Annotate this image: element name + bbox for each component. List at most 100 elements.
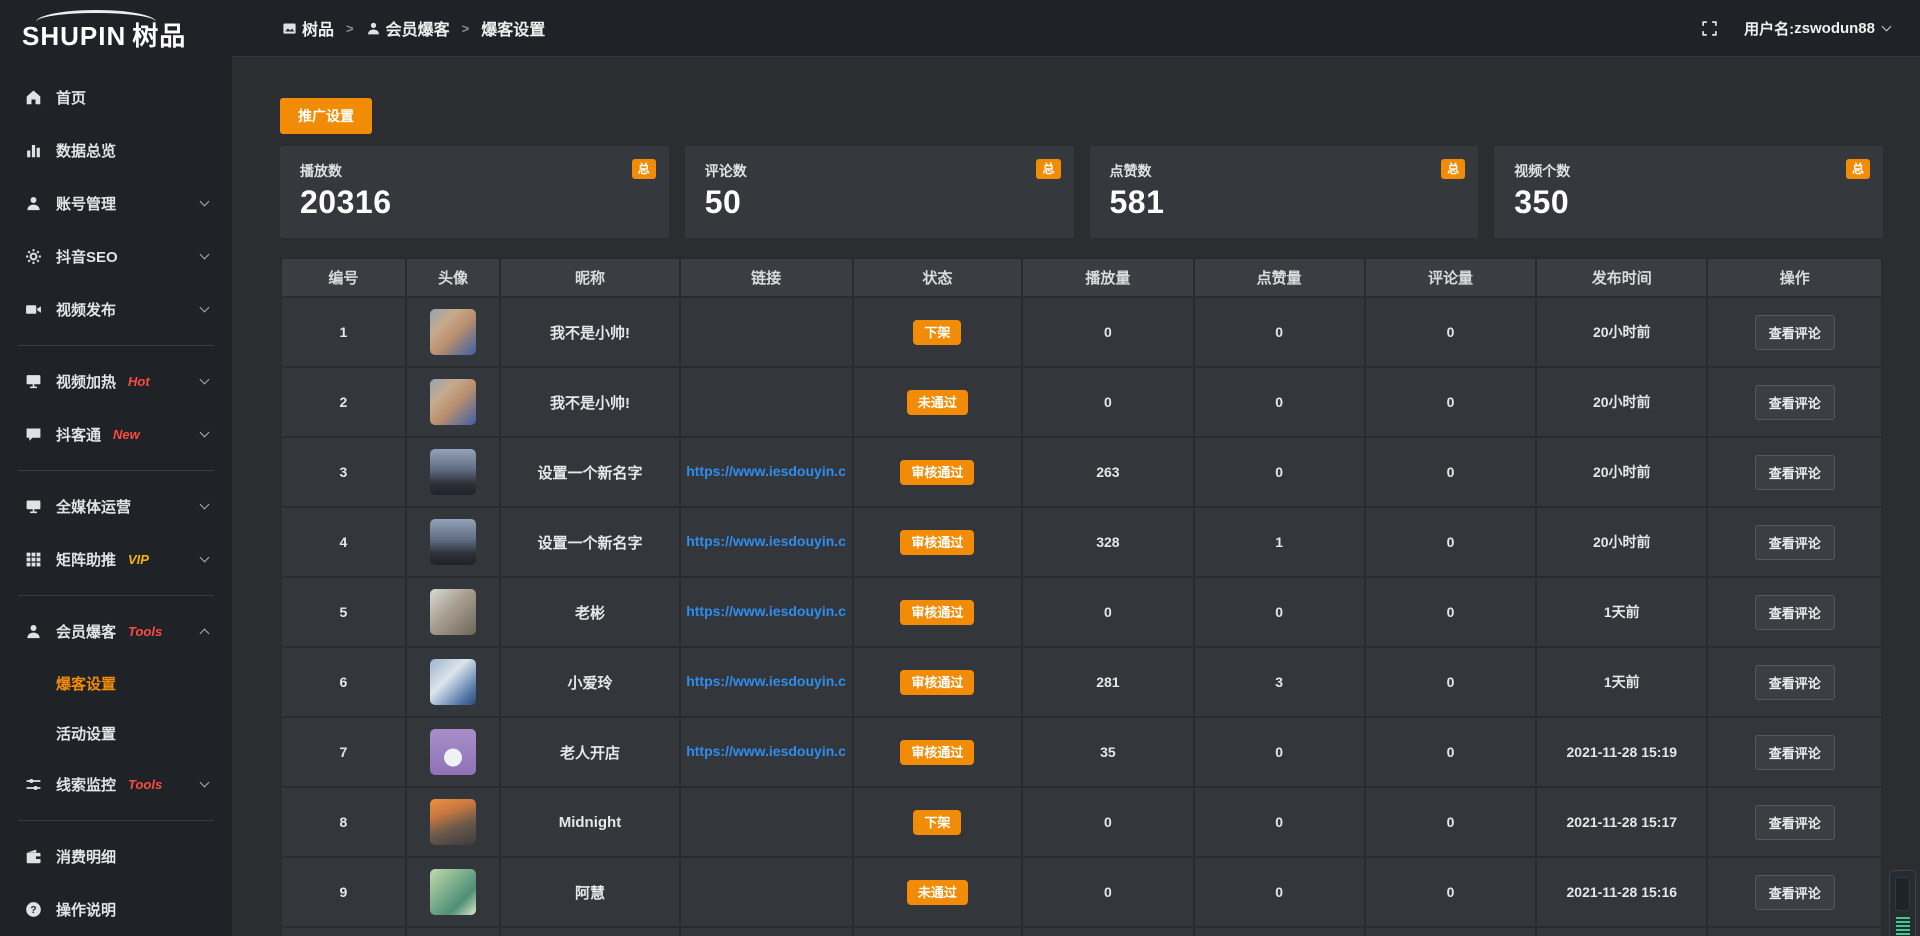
cell-nickname: Midnight	[500, 787, 679, 857]
cell-time: 20小时前	[1536, 297, 1707, 367]
video-link[interactable]: https://www.iesdouyin.c	[686, 743, 846, 759]
chevron-up-icon	[200, 629, 210, 639]
video-link[interactable]: https://www.iesdouyin.c	[686, 463, 846, 479]
chevron-down-icon	[200, 778, 210, 788]
sidebar-item[interactable]: 抖客通 New	[0, 408, 232, 461]
view-comments-button[interactable]: 查看评论	[1755, 735, 1835, 770]
view-comments-button[interactable]: 查看评论	[1755, 665, 1835, 700]
promo-settings-button[interactable]: 推广设置	[280, 98, 372, 134]
status-badge: 审核通过	[900, 460, 974, 485]
breadcrumb-item[interactable]: 会员爆客	[366, 16, 450, 40]
main-content: 推广设置 总 播放数 20316 总 评论数 50 总 点赞数 581 总 视频…	[232, 57, 1920, 936]
sidebar-item[interactable]: 数据总览	[0, 124, 232, 177]
video-link[interactable]: https://www.iesdouyin.c	[686, 673, 846, 689]
menu-divider	[18, 345, 214, 346]
column-header: 评论量	[1365, 258, 1536, 297]
cell-comments: 0	[1365, 507, 1536, 577]
cell-comments: 0	[1365, 647, 1536, 717]
view-comments-button[interactable]: 查看评论	[1755, 525, 1835, 560]
sidebar-subitem[interactable]: 爆客设置	[0, 658, 232, 708]
cell-time: 20小时前	[1536, 507, 1707, 577]
avatar	[430, 869, 476, 915]
cell-nickname: 设置一个新名字	[500, 437, 679, 507]
wallet-icon	[25, 848, 42, 865]
chat-icon	[25, 426, 42, 443]
cell-nickname: 我不是小帅!	[500, 367, 679, 437]
sidebar-item[interactable]: 首页	[0, 71, 232, 124]
column-header: 播放量	[1022, 258, 1193, 297]
sidebar-item[interactable]: 矩阵助推 VIP	[0, 533, 232, 586]
view-comments-button[interactable]: 查看评论	[1755, 455, 1835, 490]
chevron-down-icon	[200, 500, 210, 510]
cell-plays: 281	[1022, 647, 1193, 717]
sliders-icon	[25, 776, 42, 793]
breadcrumb-item[interactable]: 树品	[282, 16, 334, 40]
sidebar-subitem[interactable]: 活动设置	[0, 708, 232, 758]
cell-nickname: 阿慧	[500, 857, 679, 927]
content-table: 编号头像昵称链接状态播放量点赞量评论量发布时间操作 1 我不是小帅! 下架 0 …	[280, 257, 1883, 936]
grid-icon	[25, 551, 42, 568]
cell-plays	[1022, 927, 1193, 936]
brand-logo[interactable]: SHUPIN树品	[0, 0, 232, 57]
breadcrumb-item[interactable]: 爆客设置	[481, 16, 545, 40]
sidebar-item[interactable]: 抖音SEO	[0, 230, 232, 283]
avatar	[430, 379, 476, 425]
status-badge: 未通过	[907, 880, 968, 905]
badge-new: New	[113, 427, 140, 442]
cell-plays: 328	[1022, 507, 1193, 577]
column-header: 状态	[853, 258, 1023, 297]
cell-likes: 0	[1194, 857, 1365, 927]
cell-id: 7	[281, 717, 406, 787]
sidebar-item[interactable]: ? 操作说明	[0, 883, 232, 936]
floating-widget[interactable]	[1889, 870, 1916, 936]
cell-likes: 0	[1194, 717, 1365, 787]
fullscreen-icon[interactable]	[1701, 20, 1718, 37]
breadcrumb: 树品>会员爆客>爆客设置	[282, 16, 545, 40]
chevron-down-icon	[200, 303, 210, 313]
cell-nickname: 老彬	[500, 577, 679, 647]
chevron-down-icon	[200, 250, 210, 260]
view-comments-button[interactable]: 查看评论	[1755, 315, 1835, 350]
sidebar-item[interactable]: 消费明细	[0, 830, 232, 883]
table-row: 6 小爱玲 https://www.iesdouyin.c 审核通过 281 3…	[281, 647, 1882, 717]
sidebar-item[interactable]: 账号管理	[0, 177, 232, 230]
sidebar-item[interactable]: 视频加热 Hot	[0, 355, 232, 408]
chevron-down-icon	[200, 553, 210, 563]
svg-text:?: ?	[30, 905, 36, 916]
total-badge: 总	[632, 159, 656, 179]
status-badge: 审核通过	[900, 670, 974, 695]
cell-nickname: 老人开店	[500, 717, 679, 787]
stat-value: 20316	[300, 184, 649, 221]
sidebar-item[interactable]: 全媒体运营	[0, 480, 232, 533]
breadcrumb-separator: >	[346, 21, 354, 36]
cell-comments: 0	[1365, 297, 1536, 367]
monitor-icon	[25, 498, 42, 515]
view-comments-button[interactable]: 查看评论	[1755, 875, 1835, 910]
chevron-down-icon	[200, 428, 210, 438]
view-comments-button[interactable]: 查看评论	[1755, 805, 1835, 840]
user-icon	[366, 21, 381, 36]
cell-comments: 0	[1365, 577, 1536, 647]
sidebar-item[interactable]: 视频发布	[0, 283, 232, 336]
sidebar-item[interactable]: 会员爆客 Tools	[0, 605, 232, 658]
avatar	[430, 589, 476, 635]
stat-label: 播放数	[300, 161, 649, 181]
gear-icon	[25, 248, 42, 265]
home-icon	[25, 89, 42, 106]
cell-time: 1天前	[1536, 647, 1707, 717]
widget-green-bars	[1895, 917, 1910, 935]
chevron-down-icon	[200, 375, 210, 385]
video-link[interactable]: https://www.iesdouyin.c	[686, 533, 846, 549]
cell-plays: 0	[1022, 297, 1193, 367]
view-comments-button[interactable]: 查看评论	[1755, 385, 1835, 420]
video-link[interactable]: https://www.iesdouyin.c	[686, 603, 846, 619]
stat-value: 50	[705, 184, 1054, 221]
user-menu[interactable]: 用户名: zswodun88	[1744, 18, 1890, 39]
sidebar-item[interactable]: 线索监控 Tools	[0, 758, 232, 811]
column-header: 点赞量	[1194, 258, 1365, 297]
menu-divider	[18, 820, 214, 821]
view-comments-button[interactable]: 查看评论	[1755, 595, 1835, 630]
cell-plays: 35	[1022, 717, 1193, 787]
stat-label: 视频个数	[1514, 161, 1863, 181]
cell-id: 3	[281, 437, 406, 507]
